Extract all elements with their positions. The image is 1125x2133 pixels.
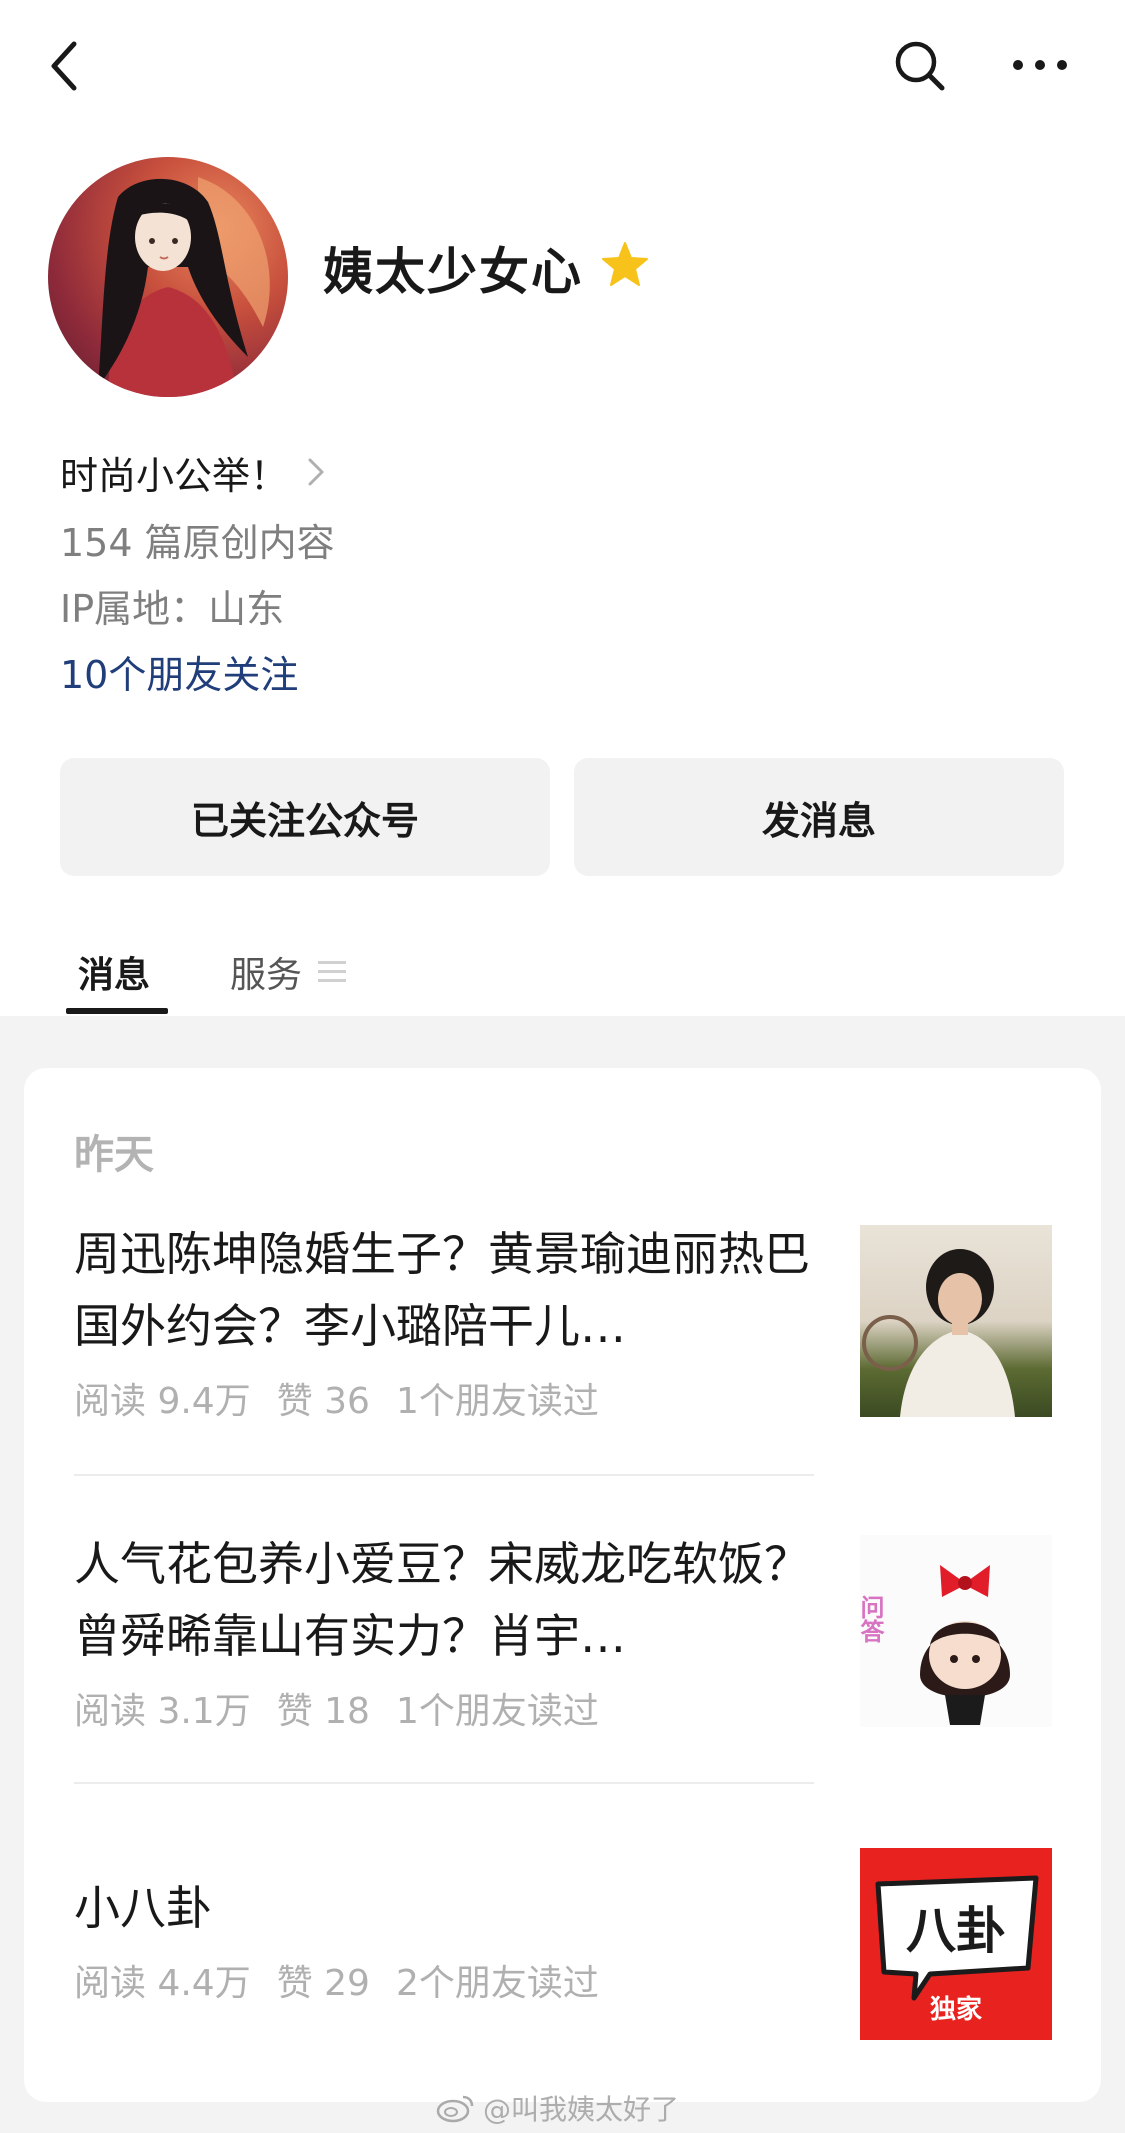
star-icon[interactable] <box>600 240 650 290</box>
profile-page: 姨太少女心 时尚小公举！ 154 篇原创内容 IP属地：山东 10个朋友关注 已… <box>0 0 1125 2133</box>
article-meta: 阅读 4.4万赞 29 2个朋友读过 <box>74 1954 814 2006</box>
article-thumbnail[interactable]: 问答 <box>860 1535 1052 1727</box>
article-friends-read: 1个朋友读过 <box>395 1691 599 1732</box>
watermark: @叫我姨太好了 <box>435 2088 679 2128</box>
friends-follow-link[interactable]: 10个朋友关注 <box>60 644 298 699</box>
article-thumbnail[interactable]: 八卦 独家 <box>860 1848 1052 2040</box>
date-label: 昨天 <box>74 1132 154 1178</box>
article-reads: 阅读 3.1万 <box>74 1691 251 1732</box>
menu-icon <box>318 961 347 982</box>
original-content-count[interactable]: 154 篇原创内容 <box>60 512 335 567</box>
avatar[interactable] <box>48 157 288 397</box>
article-friends-read: 2个朋友读过 <box>395 1963 599 2004</box>
thumbnail-image: 问答 <box>860 1565 1010 1725</box>
badge-main-text: 八卦 <box>906 1902 1006 1960</box>
weibo-icon <box>436 2095 474 2123</box>
tab-services[interactable]: 服务 <box>230 946 347 998</box>
active-tab-indicator <box>66 1008 168 1014</box>
tab-services-label: 服务 <box>230 955 303 996</box>
followed-button[interactable]: 已关注公众号 <box>60 758 550 876</box>
article-reads: 阅读 4.4万 <box>74 1963 251 2004</box>
send-message-button[interactable]: 发消息 <box>574 758 1064 876</box>
divider <box>74 1474 814 1476</box>
thumbnail-gossip-badge: 八卦 独家 <box>875 1875 1039 2025</box>
back-icon[interactable] <box>44 36 88 96</box>
article-item[interactable]: 人气花包养小爱豆？宋威龙吃软饭？曾舜晞靠山有实力？肖宇… 阅读 3.1万赞 18… <box>74 1528 814 1734</box>
divider <box>74 1782 814 1784</box>
article-meta: 阅读 3.1万赞 18 1个朋友读过 <box>74 1682 814 1734</box>
tab-messages[interactable]: 消息 <box>78 946 150 998</box>
article-title: 人气花包养小爱豆？宋威龙吃软饭？曾舜晞靠山有实力？肖宇… <box>74 1537 810 1663</box>
article-title: 小八卦 <box>74 1881 212 1935</box>
thumbnail-qa-text: 问答 <box>860 1595 884 1643</box>
badge-sub-text: 独家 <box>930 1994 982 2025</box>
thumbnail-image <box>862 1249 1015 1417</box>
search-icon[interactable] <box>890 36 950 96</box>
more-icon[interactable] <box>1010 50 1070 80</box>
article-likes: 赞 29 <box>276 1963 370 2004</box>
article-likes: 赞 36 <box>276 1381 370 1422</box>
article-meta: 阅读 9.4万赞 36 1个朋友读过 <box>74 1372 814 1424</box>
article-item[interactable]: 小八卦 阅读 4.4万赞 29 2个朋友读过 <box>74 1872 814 2006</box>
watermark-text: @叫我姨太好了 <box>483 2093 680 2126</box>
article-thumbnail[interactable] <box>860 1225 1052 1417</box>
article-reads: 阅读 9.4万 <box>74 1381 251 1422</box>
bio-text: 时尚小公举！ <box>60 453 289 498</box>
article-title: 周迅陈坤隐婚生子？黄景瑜迪丽热巴国外约会？李小璐陪干儿… <box>74 1227 810 1353</box>
ip-location: IP属地：山东 <box>60 587 285 631</box>
bio-row[interactable]: 时尚小公举！ <box>60 444 328 500</box>
article-likes: 赞 18 <box>276 1691 370 1732</box>
article-friends-read: 1个朋友读过 <box>395 1381 599 1422</box>
avatar-illustration <box>98 177 270 397</box>
chevron-right-icon <box>308 458 324 486</box>
article-item[interactable]: 周迅陈坤隐婚生子？黄景瑜迪丽热巴国外约会？李小璐陪干儿… 阅读 9.4万赞 36… <box>74 1218 814 1424</box>
account-name: 姨太少女心 <box>323 243 583 301</box>
